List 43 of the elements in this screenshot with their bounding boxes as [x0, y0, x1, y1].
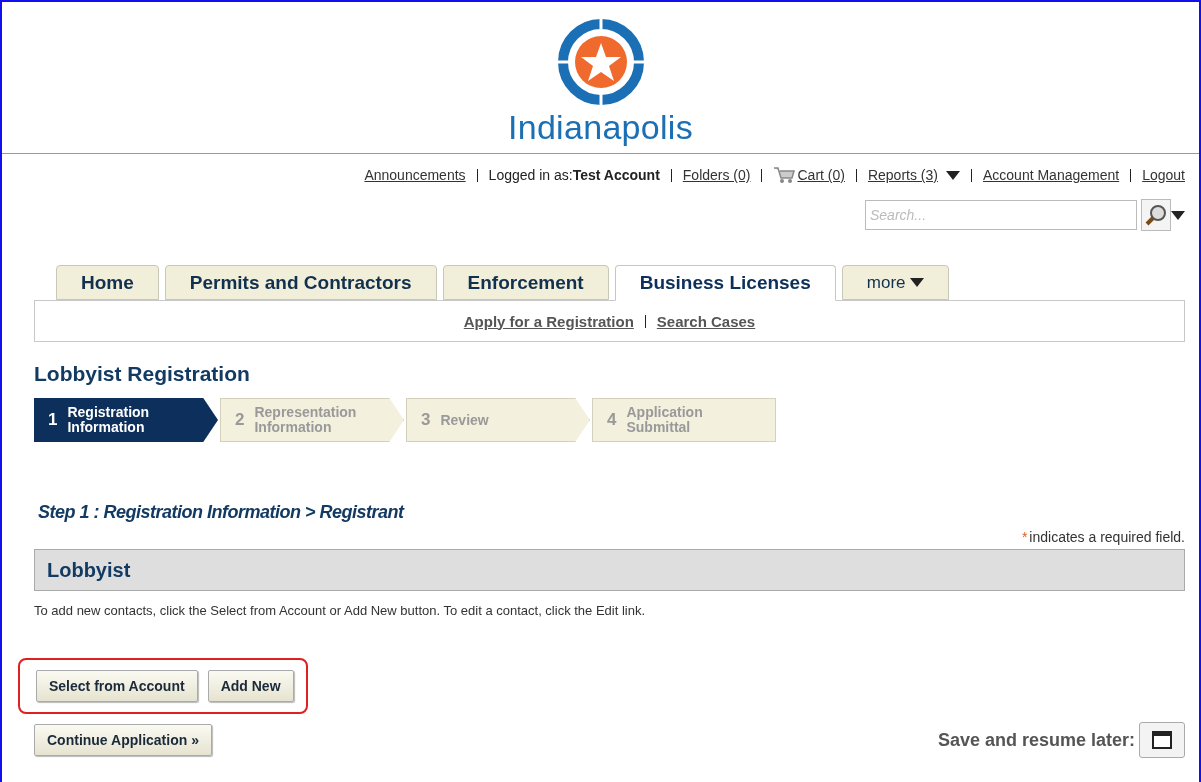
contact-button[interactable]: Add New — [207, 670, 294, 702]
step-number: 3 — [421, 410, 431, 430]
step-label: Registration Information — [67, 405, 150, 435]
sub-nav-link[interactable]: Apply for a Registration — [463, 312, 634, 330]
nav-tab[interactable]: Home — [56, 265, 159, 300]
nav-tab[interactable]: Business Licenses — [614, 265, 836, 301]
logo-icon — [556, 18, 645, 106]
nav-tab[interactable]: more — [841, 265, 949, 300]
section-title: Lobbyist — [47, 558, 131, 582]
required-asterisk: * — [1021, 529, 1028, 545]
header-link[interactable]: Logout — [1142, 167, 1185, 183]
required-note: indicates a required field. — [1029, 529, 1185, 545]
caret-icon — [1171, 210, 1185, 220]
reports-link[interactable]: Reports (3) — [867, 167, 938, 183]
header-link[interactable]: Folders (0) — [682, 167, 751, 183]
step-number: 4 — [607, 410, 617, 430]
search-button[interactable] — [1141, 199, 1171, 231]
header-link[interactable]: Account Management — [982, 167, 1120, 183]
caret-icon — [909, 278, 924, 287]
nav-tab[interactable]: Enforcement — [442, 265, 609, 300]
step-label: Review — [440, 412, 489, 428]
search-field[interactable]: Search... — [865, 200, 1137, 230]
step-number: 1 — [48, 410, 58, 430]
logo-wordmark: Indianapolis — [507, 108, 694, 147]
continue-button[interactable]: Continue Application » — [34, 724, 212, 756]
contact-button[interactable]: Select from Account — [36, 670, 198, 702]
step-label: Representation Information — [254, 405, 357, 435]
save-label: Save and resume later: — [937, 729, 1135, 751]
window-icon — [1152, 731, 1172, 749]
cart-icon — [773, 166, 796, 184]
step-heading: Step 1 : Registration Information > Registrant — [38, 502, 406, 523]
search-icon — [1145, 204, 1167, 226]
page-title: Lobbyist Registration — [34, 362, 251, 386]
login-status: Logged in as:Test Account — [488, 167, 660, 183]
step-label: Application Submittal — [626, 405, 703, 435]
step-number: 2 — [235, 410, 245, 430]
header-link[interactable]: Announcements — [364, 167, 466, 183]
sub-nav-link[interactable]: Search Cases — [656, 312, 756, 330]
cart-link[interactable]: Cart (0) — [773, 166, 845, 184]
save-button[interactable] — [1139, 722, 1185, 758]
instructions-text: To add new contacts, click the Select from Account or Add New button. To edit a contact, click the Edit link. — [34, 603, 647, 618]
nav-tab[interactable]: Permits and Contractors — [164, 265, 437, 300]
caret-icon — [945, 170, 960, 180]
